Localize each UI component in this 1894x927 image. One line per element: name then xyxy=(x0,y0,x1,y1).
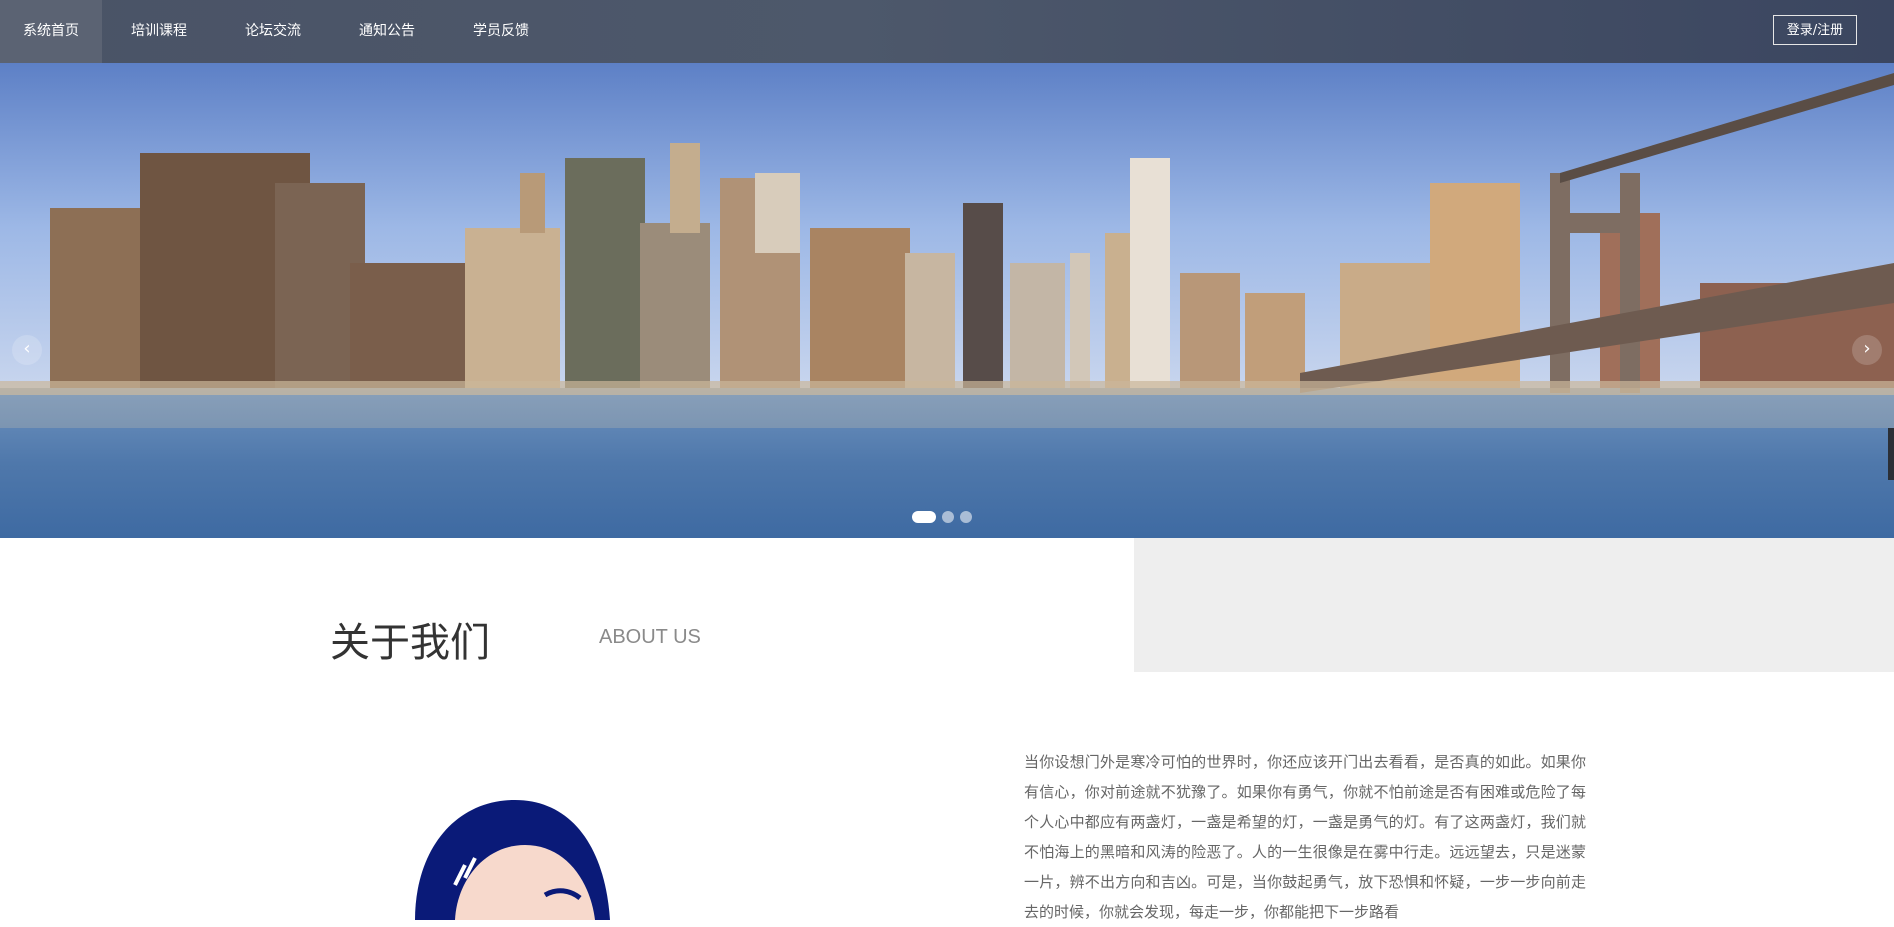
banner-carousel: ‹ › xyxy=(0,63,1894,538)
about-text: 当你设想门外是寒冷可怕的世界时，你还应该开门出去看看，是否真的如此。如果你有信心… xyxy=(1024,753,1586,921)
nav-menu: 系统首页 培训课程 论坛交流 通知公告 学员反馈 xyxy=(0,0,558,63)
carousel-prev-button[interactable]: ‹ xyxy=(12,335,42,365)
side-scroll-handle[interactable] xyxy=(1888,428,1894,480)
avatar-illustration xyxy=(415,800,610,920)
carousel-next-button[interactable]: › xyxy=(1852,335,1882,365)
nav-item-courses[interactable]: 培训课程 xyxy=(102,0,216,63)
nav-item-forum[interactable]: 论坛交流 xyxy=(216,0,330,63)
about-subtitle: ABOUT US xyxy=(599,626,701,648)
nav-item-home[interactable]: 系统首页 xyxy=(0,0,102,63)
banner-image xyxy=(0,63,1894,538)
carousel-dot-2[interactable] xyxy=(942,511,954,523)
carousel-dot-3[interactable] xyxy=(960,511,972,523)
nav-item-notices[interactable]: 通知公告 xyxy=(330,0,444,63)
login-register-button[interactable]: 登录/注册 xyxy=(1773,15,1857,45)
carousel-dot-1[interactable] xyxy=(912,511,936,523)
nav-item-feedback[interactable]: 学员反馈 xyxy=(444,0,558,63)
about-title: 关于我们 xyxy=(330,620,490,666)
top-nav: 系统首页 培训课程 论坛交流 通知公告 学员反馈 登录/注册 xyxy=(0,0,1894,63)
about-gray-panel xyxy=(1134,538,1894,672)
carousel-indicators xyxy=(912,511,972,523)
